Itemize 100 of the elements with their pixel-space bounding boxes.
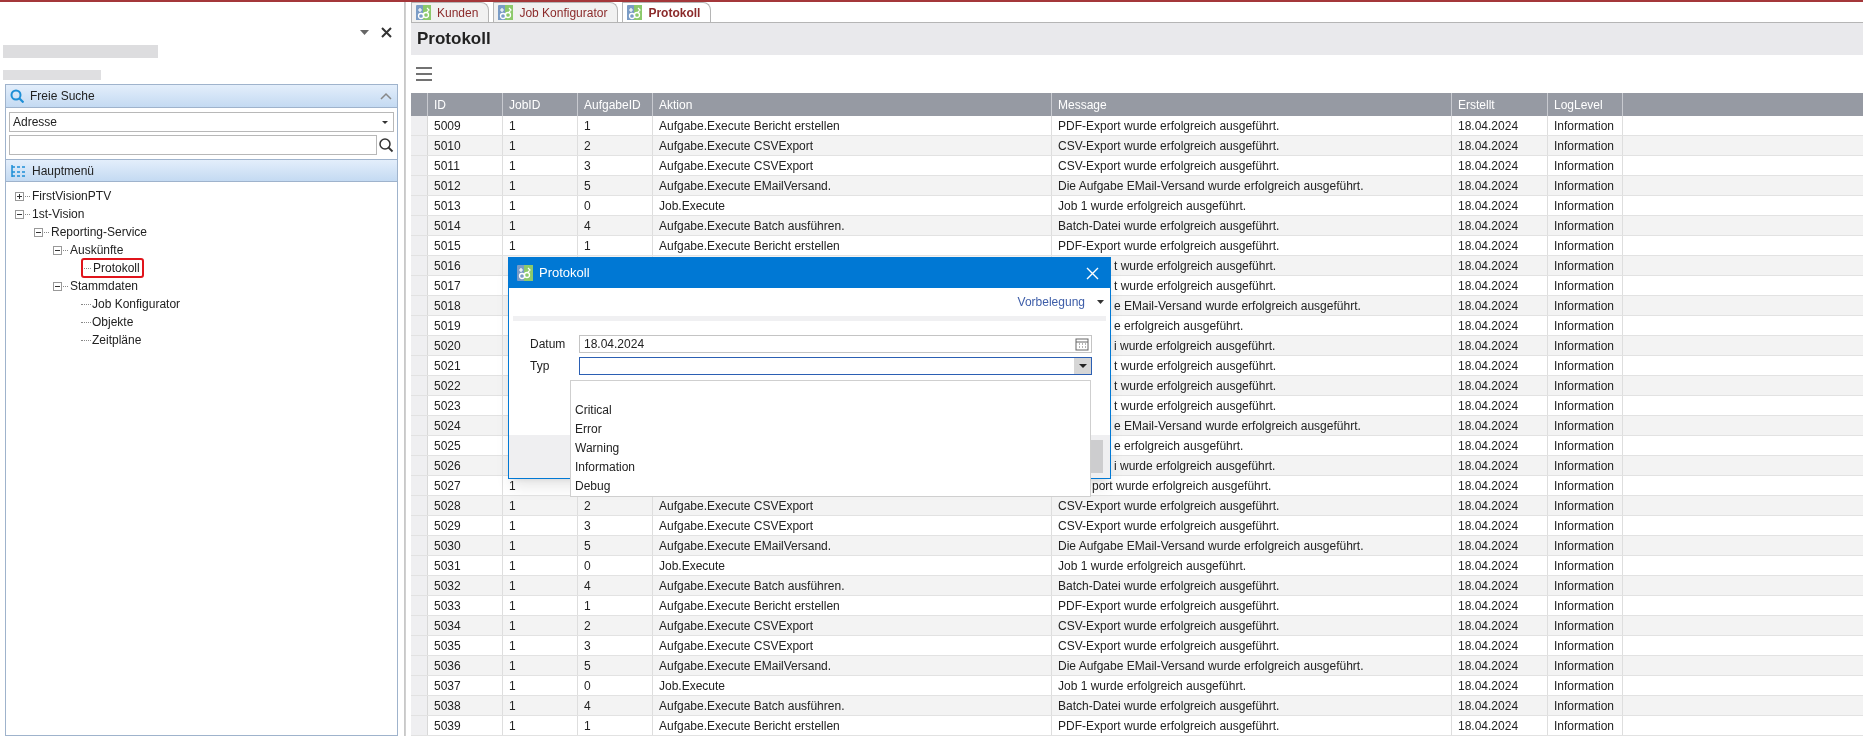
panel-header[interactable]: Freie Suche — [6, 85, 397, 108]
row-header[interactable] — [411, 616, 428, 635]
dropdown-icon[interactable] — [360, 30, 369, 35]
row-header[interactable] — [411, 396, 428, 415]
search-field[interactable] — [9, 135, 377, 155]
row-header[interactable] — [411, 416, 428, 435]
close-icon[interactable] — [381, 27, 392, 38]
table-cell: Information — [1548, 396, 1623, 415]
table-cell: Information — [1548, 456, 1623, 475]
table-cell: 5 — [578, 656, 653, 675]
row-header[interactable] — [411, 476, 428, 495]
tree-item[interactable]: Stammdaten — [69, 278, 140, 294]
table-cell: Information — [1548, 676, 1623, 695]
table-cell: 3 — [578, 636, 653, 655]
row-header[interactable] — [411, 316, 428, 335]
tree-item[interactable]: 1st-Vision — [31, 206, 86, 222]
row-header[interactable] — [411, 256, 428, 275]
row-header[interactable] — [411, 216, 428, 235]
menu-icon[interactable] — [416, 67, 432, 81]
select-field[interactable]: Adresse — [9, 112, 394, 132]
dialog-title: Protokoll — [539, 264, 591, 283]
table-cell: 5029 — [428, 516, 503, 535]
tree-item[interactable]: Zeitpläne — [91, 332, 143, 348]
select-field[interactable] — [579, 357, 1092, 375]
table-cell: Die Aufgabe EMail-Versand wurde erfolgreich ausgeführt. — [1052, 176, 1452, 195]
row-header[interactable] — [411, 536, 428, 555]
row-header[interactable] — [411, 356, 428, 375]
row-header[interactable] — [411, 136, 428, 155]
row-header[interactable] — [411, 556, 428, 575]
table-cell: Aufgabe.Execute Batch ausführen. — [653, 576, 1052, 595]
row-header[interactable] — [411, 176, 428, 195]
tree-item[interactable]: Auskünfte — [69, 242, 125, 258]
dropdown-icon — [382, 120, 388, 124]
tree-item[interactable]: Objekte — [91, 314, 135, 330]
collapse-icon[interactable] — [53, 245, 62, 255]
dropdown-icon[interactable] — [1078, 364, 1087, 368]
table-cell: 18.04.2024 — [1452, 456, 1548, 475]
tree-item[interactable]: Job Konfigurator — [91, 296, 182, 312]
tree-item[interactable]: Reporting-Service — [50, 224, 149, 240]
table-cell: 4 — [578, 576, 653, 595]
row-header[interactable] — [411, 576, 428, 595]
table-cell: Information — [1548, 156, 1623, 175]
table-cell: 1 — [503, 536, 578, 555]
collapse-icon[interactable] — [34, 227, 43, 237]
table-cell: Information — [1548, 496, 1623, 515]
collapse-icon[interactable] — [53, 281, 62, 291]
tree-icon — [11, 163, 25, 178]
row-header[interactable] — [411, 516, 428, 535]
tab[interactable]: Protokoll — [622, 2, 712, 22]
row-header[interactable] — [411, 596, 428, 615]
table-cell: 18.04.2024 — [1452, 316, 1548, 335]
date-field[interactable]: 18.04.2024 — [579, 335, 1092, 353]
row-header[interactable] — [411, 676, 428, 695]
calendar-icon[interactable] — [1075, 337, 1089, 351]
row-header[interactable] — [411, 336, 428, 355]
row-header[interactable] — [411, 376, 428, 395]
table-cell: Information — [1548, 516, 1623, 535]
table-cell: Die Aufgabe EMail-Versand wurde erfolgreich ausgeführt. — [1052, 536, 1452, 555]
tab[interactable]: Job Konfigurator — [493, 2, 619, 22]
tree-item[interactable]: Protokoll — [81, 258, 144, 278]
collapse-icon[interactable] — [15, 209, 24, 219]
table-cell: Aufgabe.Execute EMailVersand. — [653, 536, 1052, 555]
table-cell: Information — [1548, 556, 1623, 575]
row-header[interactable] — [411, 456, 428, 475]
tab[interactable]: Kunden — [411, 2, 490, 22]
table-cell: 18.04.2024 — [1452, 216, 1548, 235]
table-cell: 3 — [578, 156, 653, 175]
table-cell: 4 — [578, 696, 653, 715]
row-header[interactable] — [411, 436, 428, 455]
table-cell: 5014 — [428, 216, 503, 235]
row-header[interactable] — [411, 496, 428, 515]
table-cell: 1 — [503, 176, 578, 195]
row-header[interactable] — [411, 196, 428, 215]
row-header[interactable] — [411, 296, 428, 315]
tree-item[interactable]: FirstVisionPTV — [31, 188, 113, 204]
panel-header[interactable]: Hauptmenü — [6, 159, 397, 182]
dropdown-icon[interactable] — [1097, 300, 1104, 304]
row-header[interactable] — [411, 636, 428, 655]
table-cell: 18.04.2024 — [1452, 396, 1548, 415]
search-icon[interactable] — [378, 137, 394, 153]
table-cell: 5011 — [428, 156, 503, 175]
table-cell: 1 — [578, 716, 653, 735]
row-header[interactable] — [411, 716, 428, 735]
row-header[interactable] — [411, 696, 428, 715]
expand-icon[interactable] — [15, 191, 24, 201]
table-cell: 5030 — [428, 536, 503, 555]
row-header[interactable] — [411, 236, 428, 255]
row-header[interactable] — [411, 156, 428, 175]
row-header[interactable] — [411, 116, 428, 135]
table-cell: 18.04.2024 — [1452, 296, 1548, 315]
table-cell: 5023 — [428, 396, 503, 415]
table-cell: Information — [1548, 316, 1623, 335]
row-header[interactable] — [411, 656, 428, 675]
table-cell: 18.04.2024 — [1452, 116, 1548, 135]
table-cell: CSV-Export wurde erfolgreich ausgeführt. — [1052, 156, 1452, 175]
table-cell: Information — [1548, 596, 1623, 615]
table-cell: 5024 — [428, 416, 503, 435]
table-cell: 5036 — [428, 656, 503, 675]
table-cell: 5015 — [428, 236, 503, 255]
row-header[interactable] — [411, 276, 428, 295]
